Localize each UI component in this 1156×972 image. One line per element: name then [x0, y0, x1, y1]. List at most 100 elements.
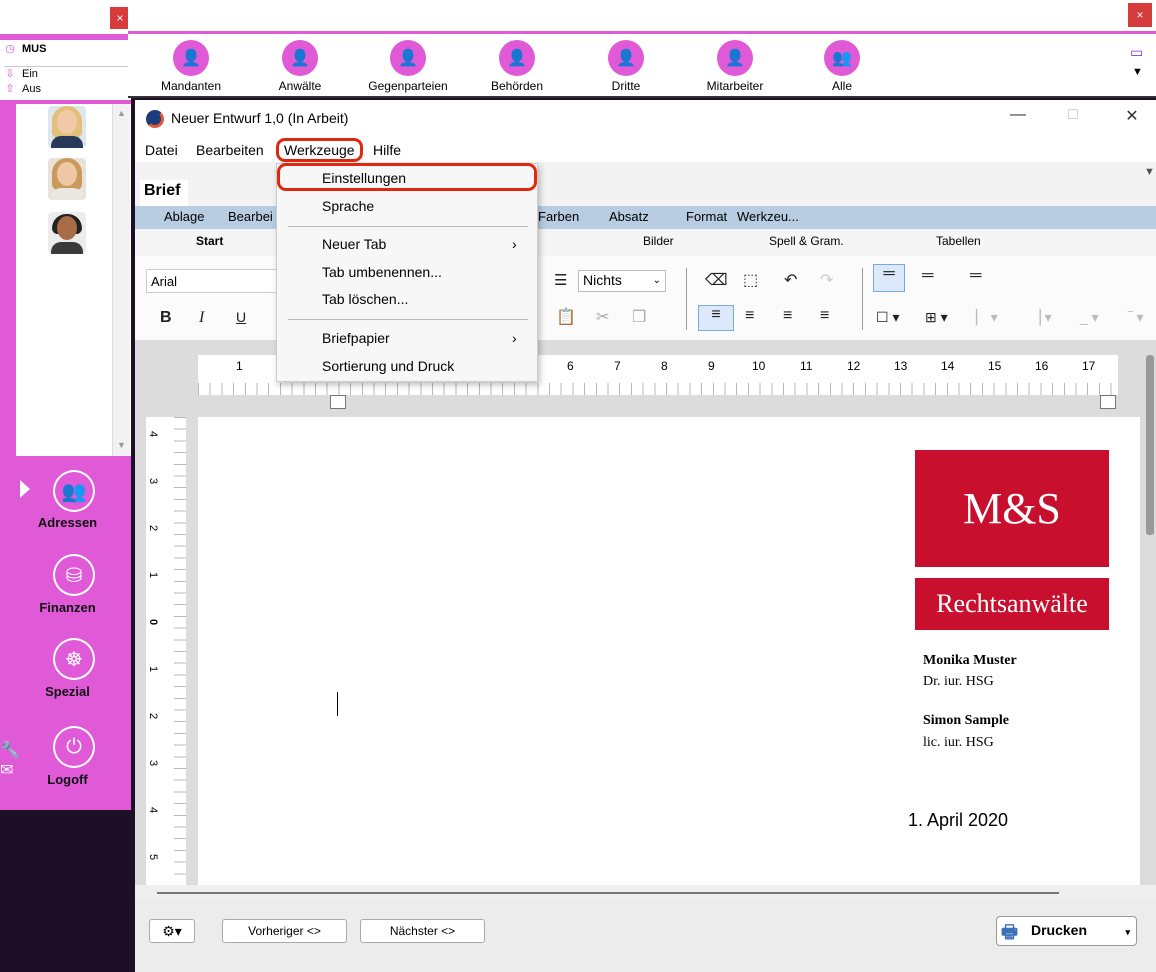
spacing-medium-button[interactable]: ═ [922, 267, 933, 285]
avatar-list-scrollbar[interactable]: ▲ ▼ [112, 104, 130, 456]
mail-icon[interactable]: ✉ [0, 760, 20, 780]
settings-gear-button[interactable]: ⚙▾ [149, 919, 195, 943]
italic-button[interactable]: I [199, 309, 204, 327]
aus-label[interactable]: Aus [22, 83, 41, 95]
eraser-icon[interactable]: ⌫ [705, 270, 728, 290]
menu-item-sortierung-druck[interactable]: Sortierung und Druck [322, 358, 454, 374]
next-button[interactable]: Nächster <> [360, 919, 485, 943]
table-grid-button[interactable]: ⊞ ▾ [925, 309, 948, 326]
left-indent-marker[interactable] [330, 395, 346, 409]
menu-bearbeiten[interactable]: Bearbeiten [196, 142, 264, 158]
menu-datei[interactable]: Datei [145, 142, 178, 158]
menu-werkzeuge[interactable]: Werkzeuge [276, 138, 363, 162]
printer-icon: 🖶 [1001, 922, 1018, 942]
ribbon-ablage[interactable]: Ablage [164, 209, 204, 224]
avatar[interactable] [48, 106, 86, 148]
wrench-icon[interactable]: 🔧 [0, 740, 20, 760]
ribbon-werkzeuge[interactable]: Werkzeu... [737, 209, 799, 224]
tab-brief[interactable]: Brief [140, 180, 188, 206]
copy-icon[interactable]: ❐ [632, 307, 646, 327]
cut-icon[interactable]: ✂ [596, 307, 609, 327]
horizontal-scrollbar[interactable] [157, 892, 1059, 894]
chevron-down-icon[interactable]: ▼ [1144, 166, 1155, 178]
underline-style-button[interactable]: _ ▾ [1080, 309, 1099, 326]
bold-button[interactable]: B [160, 309, 172, 327]
tab-bilder[interactable]: Bilder [643, 234, 674, 248]
align-center-button[interactable]: ≡ [745, 307, 754, 325]
justify-button[interactable]: ≡ [820, 307, 829, 325]
vruler-mark: 4 [147, 806, 160, 814]
minimize-button[interactable]: — [1003, 106, 1033, 132]
align-left-button[interactable]: ≡ [698, 305, 734, 331]
ribbon-bearbeiten[interactable]: Bearbei [228, 209, 273, 224]
right-indent-marker[interactable] [1100, 395, 1116, 409]
menu-hilfe[interactable]: Hilfe [373, 142, 401, 158]
tab-tabellen[interactable]: Tabellen [936, 234, 981, 248]
undo-icon[interactable]: ↶ [784, 270, 797, 290]
paste-icon[interactable]: 📋 [556, 307, 576, 327]
menu-item-sprache[interactable]: Sprache [322, 198, 374, 214]
tab-start[interactable]: Start [196, 234, 223, 248]
spacing-wide-button[interactable]: ═ [970, 267, 981, 285]
spacing-button[interactable]: ═ [873, 264, 905, 292]
border-color-button[interactable]: ▏ ▾ [976, 309, 998, 326]
list-icon[interactable]: ☰ [554, 271, 567, 289]
print-button[interactable]: 🖶 Drucken ▾ [996, 916, 1137, 946]
finanzen-nav-button[interactable]: ⛁ [53, 554, 95, 596]
person-icon: 👤 [173, 40, 209, 76]
vertical-ruler[interactable] [146, 417, 186, 885]
logoff-nav-button[interactable]: ⏻ [53, 726, 95, 768]
avatar[interactable] [48, 158, 86, 200]
user-code: MUS [22, 42, 47, 55]
document-scrollbar[interactable] [1146, 355, 1154, 535]
tab-spell-gram[interactable]: Spell & Gram. [769, 234, 844, 248]
avatar[interactable] [48, 212, 86, 254]
list-style-select[interactable]: Nichts ⌄ [578, 270, 666, 292]
menu-item-einstellungen[interactable]: Einstellungen [322, 170, 406, 186]
border-style-button[interactable]: ▕ ▾ [1030, 309, 1052, 326]
menu-item-tab-loeschen[interactable]: Tab löschen... [322, 291, 408, 307]
menu-item-briefpapier[interactable]: Briefpapier [322, 330, 390, 346]
ruler-mark: 10 [752, 359, 766, 373]
align-right-button[interactable]: ≡ [783, 307, 792, 325]
person-icon: 👤 [717, 40, 753, 76]
redo-icon[interactable]: ↷ [820, 270, 833, 290]
font-family-select[interactable]: Arial [146, 269, 286, 293]
vruler-mark: 5 [147, 853, 160, 861]
ribbon-absatz[interactable]: Absatz [609, 209, 649, 224]
vruler-mark: 2 [147, 712, 160, 720]
user-status-panel: ◷ MUS ⇩ Ein ⇧ Aus [0, 40, 131, 100]
maximize-button[interactable]: □ [1058, 106, 1088, 132]
ein-label[interactable]: Ein [22, 68, 38, 80]
ribbon-format[interactable]: Format [686, 209, 727, 224]
underline-button[interactable]: U [236, 309, 246, 325]
lawyer-name: Simon Sample [923, 713, 1009, 728]
menu-item-neuer-tab[interactable]: Neuer Tab [322, 236, 386, 252]
ruler-mark: 7 [614, 359, 621, 373]
select-all-icon[interactable]: ⬚ [743, 270, 758, 290]
border-box-button[interactable]: ☐ ▾ [876, 309, 899, 326]
menu-item-tab-umbenennen[interactable]: Tab umbenennen... [322, 264, 442, 280]
window-icon[interactable]: ▭ [1130, 44, 1143, 61]
adressen-nav-button[interactable]: 👥 [53, 470, 95, 512]
chevron-down-icon[interactable]: ▼ [1132, 66, 1143, 78]
overline-style-button[interactable]: ‾ ▾ [1128, 309, 1144, 326]
people-icon: 👥 [55, 472, 93, 510]
lawyer-title: lic. iur. HSG [923, 735, 994, 750]
category-mandanten[interactable]: 👤 Mandanten [141, 40, 241, 93]
ribbon-farben[interactable]: Farben [538, 209, 579, 224]
category-behoerden[interactable]: 👤 Behörden [467, 40, 567, 93]
coins-icon: ⛁ [55, 556, 93, 594]
category-mitarbeiter[interactable]: 👤 Mitarbeiter [685, 40, 785, 93]
window-close-button[interactable]: ✕ [1117, 106, 1147, 132]
gear-icon: ⚙▾ [162, 923, 182, 939]
category-dritte[interactable]: 👤 Dritte [576, 40, 676, 93]
category-alle[interactable]: 👥 Alle [792, 40, 892, 93]
ruler-mark: 8 [661, 359, 668, 373]
topbar-close-button[interactable]: × [1128, 3, 1152, 27]
sidebar-close-button[interactable]: × [110, 7, 130, 29]
previous-button[interactable]: Vorheriger <> [222, 919, 347, 943]
category-gegenparteien[interactable]: 👤 Gegenparteien [358, 40, 458, 93]
spezial-nav-button[interactable]: ☸ [53, 638, 95, 680]
category-anwaelte[interactable]: 👤 Anwälte [250, 40, 350, 93]
